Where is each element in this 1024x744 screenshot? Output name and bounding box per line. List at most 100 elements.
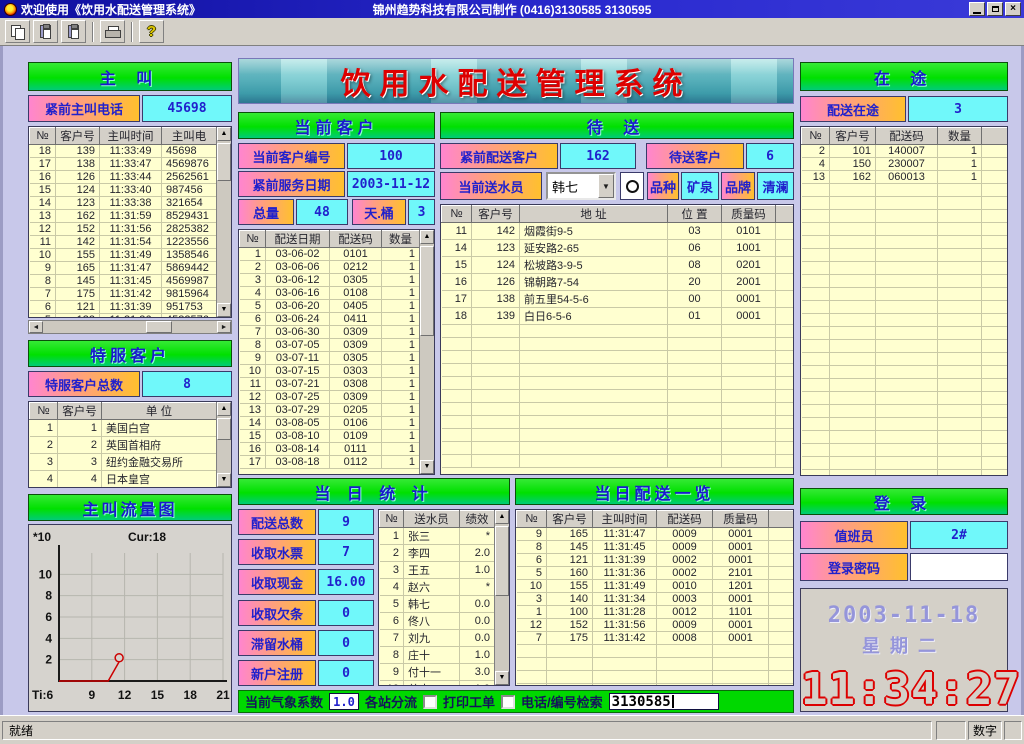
table-row[interactable]: 11142烟霞街9-5030101 bbox=[442, 223, 794, 240]
special-vertical-scrollbar[interactable]: ▲ ▼ bbox=[216, 402, 231, 487]
table-row[interactable]: 203-06-0602121 bbox=[240, 261, 420, 274]
table-row[interactable]: 5韩七0.0 bbox=[380, 596, 495, 613]
table-row[interactable]: 603-06-2404111 bbox=[240, 313, 420, 326]
table-row[interactable]: 717511:31:429815964 bbox=[30, 288, 217, 301]
table-row[interactable]: 8庄十1.0 bbox=[380, 647, 495, 664]
table-row[interactable]: 1203-07-2503091 bbox=[240, 391, 420, 404]
table-row[interactable]: 1316211:31:598529431 bbox=[30, 210, 217, 223]
caller-horizontal-scrollbar[interactable]: ◄ ► bbox=[28, 320, 232, 334]
table-row[interactable]: 814511:31:4500090001 bbox=[517, 541, 794, 554]
table-row[interactable]: 41502300071 bbox=[802, 158, 1008, 171]
daily-overview-table[interactable]: №客户号主叫时间配送码质量码916511:31:4700090001814511… bbox=[516, 510, 794, 686]
scrollbar-thumb[interactable] bbox=[495, 526, 509, 596]
table-row[interactable]: 612111:31:3900020001 bbox=[517, 554, 794, 567]
scroll-up-icon[interactable]: ▲ bbox=[217, 402, 231, 416]
chevron-down-icon[interactable]: ▼ bbox=[598, 174, 614, 198]
table-row[interactable]: 814511:31:454569987 bbox=[30, 275, 217, 288]
login-password-input[interactable] bbox=[910, 553, 1008, 581]
weather-coefficient-input[interactable]: 1.0 bbox=[329, 693, 359, 710]
table-row[interactable]: 44日本皇宫 bbox=[30, 471, 217, 488]
caller-table[interactable]: №客户号主叫时间主叫电1813911:33:49456981713811:33:… bbox=[29, 127, 217, 318]
table-row[interactable]: 110011:31:2800121101 bbox=[517, 606, 794, 619]
phone-search-input[interactable]: 3130585 bbox=[609, 693, 719, 710]
table-row[interactable]: 22英国首相府 bbox=[30, 437, 217, 454]
scroll-up-icon[interactable]: ▲ bbox=[420, 230, 434, 244]
table-row[interactable]: 403-06-1601081 bbox=[240, 287, 420, 300]
table-row[interactable]: 1813911:33:4945698 bbox=[30, 145, 217, 158]
table-row[interactable]: 55印度议会大厦 bbox=[30, 488, 217, 489]
scroll-up-icon[interactable]: ▲ bbox=[217, 127, 231, 141]
table-row[interactable]: 14123延安路2-65061001 bbox=[442, 240, 794, 257]
table-row[interactable]: 11美国白宫 bbox=[30, 420, 217, 437]
table-row[interactable]: 1张三* bbox=[380, 528, 495, 545]
scroll-down-icon[interactable]: ▼ bbox=[217, 473, 231, 487]
paste-button-2[interactable] bbox=[61, 20, 86, 43]
table-row[interactable]: 612111:31:39951753 bbox=[30, 301, 217, 314]
table-row[interactable]: 1015511:31:491358546 bbox=[30, 249, 217, 262]
table-row[interactable]: 803-07-0503091 bbox=[240, 339, 420, 352]
scrollbar-thumb[interactable] bbox=[217, 143, 231, 181]
caller-vertical-scrollbar[interactable]: ▲ ▼ bbox=[216, 127, 231, 317]
table-row[interactable]: 21011400071 bbox=[802, 145, 1008, 158]
scroll-left-icon[interactable]: ◄ bbox=[29, 321, 43, 333]
table-row[interactable]: 1412311:33:38321654 bbox=[30, 197, 217, 210]
scroll-down-icon[interactable]: ▼ bbox=[217, 303, 231, 317]
scroll-right-icon[interactable]: ► bbox=[217, 321, 231, 333]
print-ticket-checkbox[interactable] bbox=[501, 695, 515, 709]
table-row[interactable]: 9付十一3.0 bbox=[380, 664, 495, 681]
table-row[interactable]: 131620600131 bbox=[802, 171, 1008, 184]
table-row[interactable]: 1512411:33:40987456 bbox=[30, 184, 217, 197]
table-row[interactable]: 1003-07-1503031 bbox=[240, 365, 420, 378]
table-row[interactable]: 3王五1.0 bbox=[380, 562, 495, 579]
table-row[interactable]: 1612611:33:442562561 bbox=[30, 171, 217, 184]
table-row[interactable]: 18139白日6-5-6010001 bbox=[442, 308, 794, 325]
staff-vertical-scrollbar[interactable]: ▲ ▼ bbox=[494, 510, 509, 685]
table-row[interactable]: 1713811:33:474569876 bbox=[30, 158, 217, 171]
table-row[interactable]: 513211:31:364582576 bbox=[30, 314, 217, 319]
pending-table[interactable]: №客户号地 址位 置质量码11142烟霞街9-503010114123延安路2-… bbox=[441, 205, 794, 468]
table-row[interactable]: 1703-08-1801121 bbox=[240, 456, 420, 469]
table-row[interactable]: 17138前五里54-5-6000001 bbox=[442, 291, 794, 308]
confirm-worker-button[interactable] bbox=[620, 172, 644, 200]
scrollbar-thumb[interactable] bbox=[146, 321, 172, 333]
table-row[interactable]: 903-07-1103051 bbox=[240, 352, 420, 365]
in-transit-table[interactable]: №客户号配送码数量2101140007141502300071131620600… bbox=[801, 127, 1008, 476]
table-row[interactable]: 1015511:31:4900101201 bbox=[517, 580, 794, 593]
water-worker-select[interactable]: 韩七 ▼ bbox=[546, 172, 616, 200]
print-button[interactable] bbox=[100, 20, 125, 43]
table-row[interactable]: 16126锦朝路7-54202001 bbox=[442, 274, 794, 291]
staff-performance-table[interactable]: №送水员绩效1张三*2李四2.03王五1.04赵六*5韩七0.06佟八0.07刘… bbox=[379, 510, 495, 686]
scrollbar-thumb[interactable] bbox=[420, 246, 434, 336]
table-row[interactable]: 516011:31:3600022101 bbox=[517, 567, 794, 580]
station-split-checkbox[interactable] bbox=[423, 695, 437, 709]
minimize-button[interactable] bbox=[969, 2, 985, 16]
table-row[interactable]: 6佟八0.0 bbox=[380, 613, 495, 630]
table-row[interactable]: 916511:31:475869442 bbox=[30, 262, 217, 275]
close-button[interactable]: × bbox=[1005, 2, 1021, 16]
restore-button[interactable] bbox=[987, 2, 1003, 16]
table-row[interactable]: 1503-08-1001091 bbox=[240, 430, 420, 443]
table-row[interactable]: 916511:31:4700090001 bbox=[517, 528, 794, 541]
table-row[interactable]: 7刘九0.0 bbox=[380, 630, 495, 647]
table-row[interactable]: 1215211:31:5600090001 bbox=[517, 619, 794, 632]
table-row[interactable]: 303-06-1203051 bbox=[240, 274, 420, 287]
help-button[interactable]: ? bbox=[139, 20, 164, 43]
table-row[interactable]: 1603-08-1401111 bbox=[240, 443, 420, 456]
table-row[interactable]: 1403-08-0501061 bbox=[240, 417, 420, 430]
table-row[interactable]: 4赵六* bbox=[380, 579, 495, 596]
table-row[interactable]: 703-06-3003091 bbox=[240, 326, 420, 339]
paste-button[interactable] bbox=[33, 20, 58, 43]
delivery-history-table[interactable]: №配送日期配送码数量103-06-0201011203-06-060212130… bbox=[239, 230, 420, 469]
table-row[interactable]: 503-06-2004051 bbox=[240, 300, 420, 313]
table-row[interactable]: 1303-07-2902051 bbox=[240, 404, 420, 417]
table-row[interactable]: 103-06-0201011 bbox=[240, 248, 420, 261]
table-row[interactable]: 10姜十二1.0 bbox=[380, 681, 495, 687]
history-vertical-scrollbar[interactable]: ▲ ▼ bbox=[419, 230, 434, 474]
scroll-down-icon[interactable]: ▼ bbox=[495, 671, 509, 685]
scroll-down-icon[interactable]: ▼ bbox=[420, 460, 434, 474]
table-row[interactable]: 717511:31:4200080001 bbox=[517, 632, 794, 645]
table-row[interactable]: 15124松坡路3-9-5080201 bbox=[442, 257, 794, 274]
copy-button[interactable] bbox=[5, 20, 30, 43]
scroll-up-icon[interactable]: ▲ bbox=[495, 510, 509, 524]
table-row[interactable]: 2李四2.0 bbox=[380, 545, 495, 562]
